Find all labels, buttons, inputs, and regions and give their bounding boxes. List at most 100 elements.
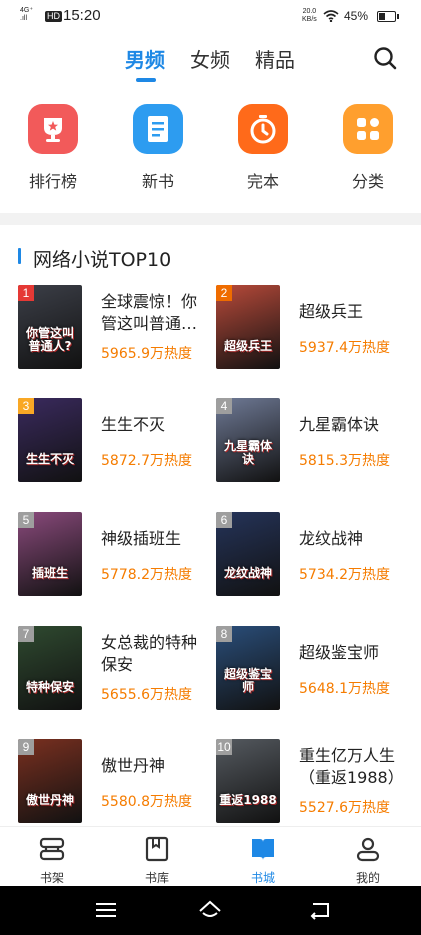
ranking-item[interactable]: 超级兵王 2 超级兵王 5937.4万热度 — [216, 285, 411, 371]
battery-icon — [377, 11, 399, 22]
cover-title: 龙纹战神 — [223, 566, 272, 580]
ranking-item[interactable]: 生生不灭 3 生生不灭 5872.7万热度 — [18, 398, 213, 484]
tab-premium[interactable]: 精品 — [255, 44, 295, 73]
tab-female[interactable]: 女频 — [190, 44, 230, 73]
cover-title: 特种保安 — [25, 680, 74, 694]
heat-count: 5872.7万热度 — [101, 453, 192, 469]
rank-badge: 7 — [18, 626, 34, 642]
rank-badge: 6 — [216, 512, 232, 528]
trophy-icon — [28, 104, 78, 154]
ranking-item[interactable]: 你管这叫普通人? 1 全球震惊！你管这叫普通人？ 5965.9万热度 — [18, 285, 213, 371]
nav-bookshelf[interactable]: 书架 — [22, 835, 82, 886]
heat-count: 5527.6万热度 — [299, 800, 390, 816]
wifi-icon — [323, 10, 339, 22]
rank-badge: 2 — [216, 285, 232, 301]
ranking-item[interactable]: 傲世丹神 9 傲世丹神 5580.8万热度 — [18, 739, 213, 825]
nav-label: 书架 — [39, 871, 64, 885]
active-tab-indicator — [136, 78, 156, 82]
book-cover: 插班生 5 — [18, 512, 82, 596]
system-nav-bar — [0, 886, 421, 935]
book-cover: 傲世丹神 9 — [18, 739, 82, 823]
quick-link-ranking[interactable]: 排行榜 — [8, 104, 98, 192]
heat-count: 5655.6万热度 — [101, 687, 192, 703]
rank-badge: 10 — [216, 739, 232, 755]
library-icon — [145, 836, 169, 862]
grid-icon — [343, 104, 393, 154]
book-title: 全球震惊！你管这叫普通人？ — [101, 292, 198, 333]
quick-link-label: 分类 — [351, 172, 384, 191]
cover-title: 生生不灭 — [25, 452, 74, 466]
cover-title: 插班生 — [31, 566, 68, 580]
cover-title: 超级鉴宝师 — [223, 667, 272, 694]
ranking-item[interactable]: 插班生 5 神级插班生 5778.2万热度 — [18, 512, 213, 598]
book-title: 傲世丹神 — [101, 756, 166, 775]
book-cover: 特种保安 7 — [18, 626, 82, 710]
ranking-item[interactable]: 重返1988 10 重生亿万人生（重返1988） 5527.6万热度 — [216, 739, 411, 825]
ranking-item[interactable]: 龙纹战神 6 龙纹战神 5734.2万热度 — [216, 512, 411, 598]
book-title: 生生不灭 — [101, 415, 166, 434]
ranking-item[interactable]: 超级鉴宝师 8 超级鉴宝师 5648.1万热度 — [216, 626, 411, 712]
rank-badge: 4 — [216, 398, 232, 414]
section-title: 网络小说TOP10 — [33, 249, 172, 271]
quick-link-categories[interactable]: 分类 — [323, 104, 413, 192]
heat-count: 5815.3万热度 — [299, 453, 390, 469]
book-cover: 超级兵王 2 — [216, 285, 280, 369]
network-indicator: 4G⁺ .ıll — [20, 7, 34, 22]
quick-link-label: 排行榜 — [28, 172, 77, 191]
timer-icon — [238, 104, 288, 154]
nav-label: 我的 — [355, 871, 380, 885]
tab-male[interactable]: 男频 — [125, 44, 165, 73]
cover-title: 重返1988 — [219, 793, 277, 807]
back-icon[interactable] — [308, 899, 332, 921]
quick-link-completed[interactable]: 完本 — [218, 104, 308, 192]
ranking-item[interactable]: 九星霸体诀 4 九星霸体诀 5815.3万热度 — [216, 398, 411, 484]
heat-count: 5648.1万热度 — [299, 681, 390, 697]
profile-icon — [356, 837, 380, 862]
rank-badge: 9 — [18, 739, 34, 755]
search-icon[interactable] — [372, 45, 398, 71]
nav-library[interactable]: 书库 — [127, 835, 187, 886]
rank-badge: 1 — [18, 285, 34, 301]
heat-count: 5937.4万热度 — [299, 340, 390, 356]
nav-label: 书库 — [144, 871, 169, 885]
category-tabs: 男频 女频 精品 — [0, 40, 421, 84]
menu-icon[interactable] — [94, 899, 118, 921]
cover-title: 超级兵王 — [223, 339, 272, 353]
book-title: 九星霸体诀 — [299, 415, 380, 434]
book-cover: 超级鉴宝师 8 — [216, 626, 280, 710]
section-divider — [0, 213, 421, 225]
clock: 15:20 — [63, 7, 101, 24]
heat-count: 5580.8万热度 — [101, 794, 192, 810]
bottom-nav: 书架 书库 书城 我的 — [0, 826, 421, 886]
hd-badge: HD — [45, 11, 62, 22]
quick-link-label: 完本 — [246, 172, 279, 191]
quick-links: 排行榜 新书 完本 分类 — [0, 104, 421, 196]
book-title: 龙纹战神 — [299, 529, 364, 548]
book-title: 超级兵王 — [299, 302, 364, 321]
rank-badge: 5 — [18, 512, 34, 528]
book-cover: 你管这叫普通人? 1 — [18, 285, 82, 369]
section-accent-bar — [18, 248, 21, 264]
heat-count: 5965.9万热度 — [101, 346, 192, 362]
cover-title: 九星霸体诀 — [223, 439, 272, 466]
nav-profile[interactable]: 我的 — [338, 835, 398, 886]
book-title: 重生亿万人生（重返1988） — [299, 746, 404, 787]
book-title: 神级插班生 — [101, 529, 182, 548]
cover-title: 你管这叫普通人? — [25, 326, 74, 353]
nav-bookstore[interactable]: 书城 — [233, 835, 293, 886]
book-cover: 生生不灭 3 — [18, 398, 82, 482]
heat-count: 5734.2万热度 — [299, 567, 390, 583]
heat-count: 5778.2万热度 — [101, 567, 192, 583]
book-cover: 重返1988 10 — [216, 739, 280, 823]
nav-label: 书城 — [250, 871, 275, 885]
book-title: 超级鉴宝师 — [299, 643, 380, 662]
home-icon[interactable] — [198, 899, 222, 921]
rank-badge: 8 — [216, 626, 232, 642]
quick-link-new-books[interactable]: 新书 — [113, 104, 203, 192]
book-cover: 九星霸体诀 4 — [216, 398, 280, 482]
bookshelf-icon — [39, 837, 65, 861]
book-title: 女总裁的特种保安 — [101, 633, 198, 674]
status-bar: 4G⁺ .ıll HD 15:20 20.0 KB/s 45% — [0, 0, 421, 34]
book-icon — [133, 104, 183, 154]
ranking-item[interactable]: 特种保安 7 女总裁的特种保安 5655.6万热度 — [18, 626, 213, 712]
